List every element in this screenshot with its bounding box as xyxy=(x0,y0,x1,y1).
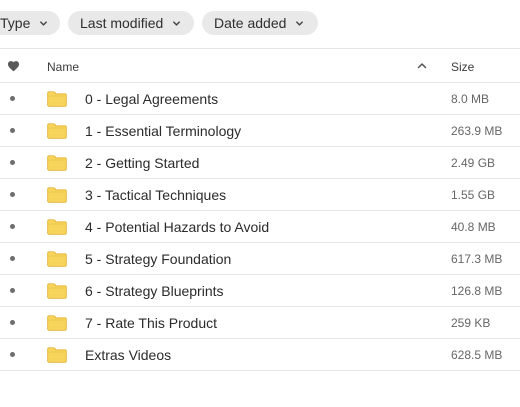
file-size: 1.55 GB xyxy=(451,188,496,202)
table-row[interactable]: 4 - Potential Hazards to Avoid 40.8 MB xyxy=(0,210,520,242)
type-filter-button[interactable]: Type xyxy=(0,11,60,35)
chevron-down-icon xyxy=(40,20,48,26)
bullet-icon xyxy=(10,224,15,229)
file-size: 628.5 MB xyxy=(451,348,503,362)
date-added-filter-button[interactable]: Date added xyxy=(202,11,318,35)
file-list: 0 - Legal Agreements 8.0 MB 1 - Essential … xyxy=(0,82,520,370)
table-row[interactable]: 3 - Tactical Techniques 1.55 GB xyxy=(0,178,520,210)
file-name[interactable]: 1 - Essential Terminology xyxy=(85,123,241,139)
file-browser: Type Last modified Date added Name Size … xyxy=(0,0,520,407)
type-filter-label: Type xyxy=(0,15,31,31)
bullet-icon xyxy=(10,352,15,357)
file-name[interactable]: 3 - Tactical Techniques xyxy=(85,187,226,203)
chevron-down-icon xyxy=(173,20,181,26)
last-modified-filter-button[interactable]: Last modified xyxy=(68,11,194,35)
heart-icon[interactable] xyxy=(7,60,20,72)
file-size: 126.8 MB xyxy=(451,284,503,298)
file-size: 8.0 MB xyxy=(451,92,490,106)
folder-icon xyxy=(47,251,67,267)
bullet-icon xyxy=(10,320,15,325)
file-name[interactable]: 2 - Getting Started xyxy=(85,155,199,171)
size-column-header[interactable]: Size xyxy=(451,60,474,74)
bullet-icon xyxy=(10,160,15,165)
table-row[interactable]: 1 - Essential Terminology 263.9 MB xyxy=(0,114,520,146)
file-name[interactable]: 0 - Legal Agreements xyxy=(85,91,218,107)
file-table: Name Size 0 - Legal Agreements 8.0 MB 1 - … xyxy=(0,48,520,371)
chevron-up-icon[interactable] xyxy=(417,62,427,69)
bullet-icon xyxy=(10,256,15,261)
table-bottom-divider xyxy=(0,370,520,371)
folder-icon xyxy=(47,219,67,235)
file-size: 617.3 MB xyxy=(451,252,503,266)
table-row[interactable]: 5 - Strategy Foundation 617.3 MB xyxy=(0,242,520,274)
folder-icon xyxy=(47,187,67,203)
bullet-icon xyxy=(10,192,15,197)
bullet-icon xyxy=(10,288,15,293)
file-name[interactable]: 7 - Rate This Product xyxy=(85,315,217,331)
chevron-down-icon xyxy=(296,20,304,26)
table-row[interactable]: Extras Videos 628.5 MB xyxy=(0,338,520,370)
folder-icon xyxy=(47,155,67,171)
last-modified-filter-label: Last modified xyxy=(80,15,164,31)
name-column-header[interactable]: Name xyxy=(47,60,79,74)
table-header: Name Size xyxy=(0,48,520,82)
file-size: 259 KB xyxy=(451,316,491,330)
file-name[interactable]: 6 - Strategy Blueprints xyxy=(85,283,224,299)
folder-icon xyxy=(47,347,67,363)
bullet-icon xyxy=(10,128,15,133)
file-size: 2.49 GB xyxy=(451,156,496,170)
folder-icon xyxy=(47,315,67,331)
folder-icon xyxy=(47,91,67,107)
file-size: 40.8 MB xyxy=(451,220,496,234)
table-row[interactable]: 2 - Getting Started 2.49 GB xyxy=(0,146,520,178)
folder-icon xyxy=(47,283,67,299)
file-size: 263.9 MB xyxy=(451,124,503,138)
file-name[interactable]: 4 - Potential Hazards to Avoid xyxy=(85,219,269,235)
folder-icon xyxy=(47,123,67,139)
date-added-filter-label: Date added xyxy=(214,15,287,31)
bullet-icon xyxy=(10,96,15,101)
table-row[interactable]: 0 - Legal Agreements 8.0 MB xyxy=(0,82,520,114)
table-row[interactable]: 6 - Strategy Blueprints 126.8 MB xyxy=(0,274,520,306)
file-name[interactable]: 5 - Strategy Foundation xyxy=(85,251,231,267)
table-row[interactable]: 7 - Rate This Product 259 KB xyxy=(0,306,520,338)
file-name[interactable]: Extras Videos xyxy=(85,347,171,363)
